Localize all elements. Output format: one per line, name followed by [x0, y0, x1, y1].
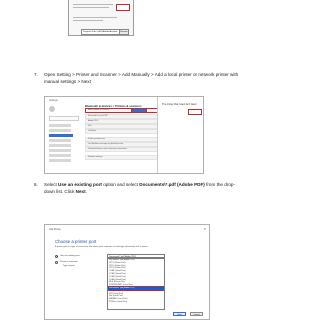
row-label: Let Windows manage my default printer	[88, 143, 124, 145]
dialog-text-line	[73, 20, 103, 21]
cancel-button[interactable]: Cancel	[190, 312, 203, 316]
row-label: Download drivers over metered connection…	[88, 148, 128, 150]
step-8-number: 8.	[34, 182, 38, 187]
row-label: Microsoft Print to PDF	[88, 115, 108, 117]
sidebar-item-bluetooth-devices[interactable]	[49, 134, 73, 137]
row-label: Related settings	[88, 156, 103, 158]
settings-screenshot: Settings Bluetooth & devices > Printers …	[44, 96, 204, 174]
create-new-port-radio[interactable]	[55, 260, 58, 264]
step-8-bold-port: Documents\*.pdf (Adobe PDF)	[139, 182, 205, 187]
sidebar-item[interactable]	[49, 154, 71, 157]
step-8-text: Select Use an existing port option and s…	[44, 182, 244, 195]
radio-label: Create a new port:	[60, 260, 78, 263]
accent-bar	[203, 101, 204, 119]
use-existing-port-radio[interactable]	[55, 254, 58, 258]
printer-row[interactable]: OneNote	[85, 129, 159, 135]
settings-row[interactable]: Download drivers over metered connection…	[85, 147, 159, 153]
dialog-text-line	[73, 4, 113, 5]
next-button[interactable]: Next	[173, 312, 186, 316]
step-7-number: 7.	[34, 72, 38, 77]
wizard-heading: Choose a printer port	[55, 239, 97, 244]
radio-label: Use an existing port:	[60, 254, 80, 257]
add-printer-wizard-screenshot: Add Printer ✕ Choose a printer port A pr…	[44, 224, 210, 320]
step-8-text-part: Select	[44, 182, 59, 187]
step-8-bold-option: Use an existing port	[58, 182, 102, 187]
step-8-text-part: .	[85, 188, 87, 194]
sidebar-item[interactable]	[49, 124, 71, 127]
add-printer-panel: The printer that I want isn't listed	[157, 97, 204, 173]
sidebar-item[interactable]	[49, 129, 71, 132]
add-manually-button[interactable]	[188, 109, 202, 115]
close-icon[interactable]: ✕	[203, 227, 206, 231]
port-type-label: Type of port:	[63, 265, 76, 267]
row-label: OneNote	[88, 130, 97, 132]
row-label: Printer preferences	[88, 138, 106, 140]
settings-title: Settings	[49, 99, 58, 102]
dialog-text-line	[73, 7, 109, 8]
sidebar-item[interactable]	[49, 139, 71, 142]
row-label: Add a printer or scanner	[88, 109, 110, 111]
wizard-title: Add Printer	[49, 228, 61, 231]
step-7-text: Open Setting > Printer and Scanner > Add…	[44, 72, 239, 84]
wizard-subtitle: A printer port is a type of connection t…	[55, 246, 149, 248]
sidebar-item[interactable]	[49, 144, 71, 147]
panel-text: The printer that I want isn't listed	[162, 103, 197, 106]
port-option[interactable]: XPSPort: (Local Port)	[108, 301, 164, 304]
port-dialog-fragment: Program Files (x86)/Adobe/Acrobat Browse	[68, 0, 134, 36]
step-8-bold-next: Next	[75, 188, 86, 194]
ok-button[interactable]	[116, 4, 130, 11]
add-printer-row[interactable]: Add a printer or scanner	[85, 108, 159, 114]
step-8-text-part: option and select	[101, 182, 140, 187]
search-input[interactable]	[49, 116, 79, 121]
dialog-text-line	[73, 17, 117, 18]
port-dropdown-list[interactable]: Documents\*.pdf (Adobe PDF) LPT1: (Print…	[107, 258, 165, 310]
row-label: Adobe PDF	[88, 120, 99, 122]
port-name-field[interactable]: Program Files (x86)/Adobe/Acrobat	[81, 29, 120, 35]
sidebar-item[interactable]	[49, 149, 71, 152]
add-device-button[interactable]	[131, 108, 147, 113]
avatar	[49, 106, 55, 112]
sidebar-item[interactable]	[49, 159, 71, 162]
browse-button[interactable]: Browse	[119, 29, 129, 35]
row-label: Fax	[88, 125, 92, 127]
settings-row[interactable]: Related settings	[85, 155, 159, 161]
